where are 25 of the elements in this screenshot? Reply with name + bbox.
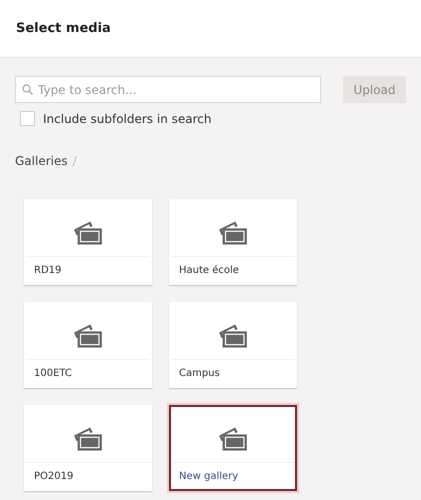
folder-name: PO2019	[33, 470, 74, 484]
folder-name: RD19	[33, 264, 62, 278]
search-field[interactable]: Type to search...	[15, 76, 321, 103]
breadcrumb-separator: /	[72, 154, 77, 168]
folder-card[interactable]: RD19	[24, 199, 152, 285]
folder-card[interactable]: New gallery	[169, 405, 297, 491]
photos-icon	[218, 220, 248, 246]
folder-card[interactable]: PO2019	[24, 405, 152, 491]
photos-icon	[218, 322, 248, 348]
folder-card[interactable]: Campus	[169, 302, 297, 388]
folder-name: Haute école	[178, 264, 240, 278]
photos-icon	[218, 426, 248, 452]
photos-icon	[73, 220, 103, 246]
checkbox[interactable]	[20, 111, 35, 126]
breadcrumb-link[interactable]: Galleries	[15, 154, 68, 168]
folder-name: Campus	[178, 366, 221, 380]
folder-name: 100ETC	[33, 366, 73, 380]
folder-card[interactable]: 100ETC	[24, 302, 152, 388]
checkbox-label: Include subfolders in search	[43, 112, 212, 126]
folder-name: New gallery	[178, 470, 240, 484]
photos-icon	[73, 322, 103, 348]
dialog-title: Select media	[16, 21, 111, 36]
photos-icon	[73, 426, 103, 452]
search-icon	[22, 84, 33, 95]
folder-card[interactable]: Haute école	[169, 199, 297, 285]
